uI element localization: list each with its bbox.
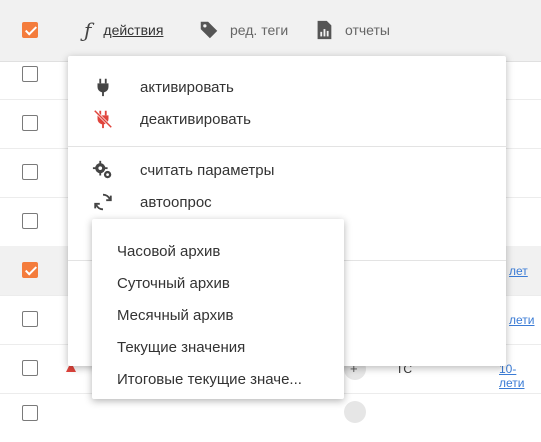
menu-divider [68, 146, 506, 147]
row-link[interactable]: 10-лети [499, 362, 541, 390]
autopoll-label: автоопрос [140, 193, 212, 211]
row-checkbox[interactable] [22, 262, 38, 278]
plug-off-icon [93, 109, 113, 129]
activate-label: активировать [140, 78, 234, 96]
plug-icon [97, 78, 109, 97]
row-link[interactable]: лет [509, 264, 528, 278]
edit-tags-button[interactable]: ред. теги [198, 18, 288, 42]
gears-icon [92, 160, 112, 179]
read-params-label: считать параметры [140, 161, 275, 179]
row-checkbox[interactable] [22, 360, 38, 376]
submenu-item-monthly[interactable]: Месячный архив [117, 307, 233, 324]
row-checkbox[interactable] [22, 115, 38, 131]
tag-icon [200, 21, 218, 39]
menu-item-autopoll[interactable]: автоопрос [68, 186, 506, 218]
menu-item-read-params[interactable]: считать параметры [68, 154, 506, 186]
reports-label: отчеты [345, 22, 390, 38]
select-all-checkbox[interactable] [22, 22, 38, 38]
report-icon [317, 20, 332, 40]
row-checkbox[interactable] [22, 164, 38, 180]
submenu-item-daily[interactable]: Суточный архив [117, 275, 230, 292]
menu-item-deactivate[interactable]: деактивировать [68, 103, 506, 135]
deactivate-label: деактивировать [140, 110, 251, 128]
archive-submenu: Часовой архив Суточный архив Месячный ар… [92, 219, 344, 399]
submenu-item-hourly[interactable]: Часовой архив [117, 243, 220, 260]
row-checkbox[interactable] [22, 311, 38, 327]
expand-button[interactable] [344, 401, 366, 423]
reports-button[interactable]: отчеты [313, 18, 390, 42]
refresh-icon [94, 193, 112, 211]
row-link[interactable]: лети [509, 313, 534, 327]
row-checkbox[interactable] [22, 66, 38, 82]
edit-tags-label: ред. теги [230, 22, 289, 38]
actions-label: действия [103, 22, 164, 38]
menu-item-activate[interactable]: активировать [68, 71, 506, 103]
submenu-item-current[interactable]: Текущие значения [117, 339, 245, 356]
function-icon: ƒ [84, 18, 92, 42]
submenu-item-total-current[interactable]: Итоговые текущие значе... [117, 371, 302, 388]
row-checkbox[interactable] [22, 405, 38, 421]
actions-button[interactable]: ƒ действия [84, 18, 163, 42]
table-row[interactable] [0, 393, 541, 442]
row-checkbox[interactable] [22, 213, 38, 229]
